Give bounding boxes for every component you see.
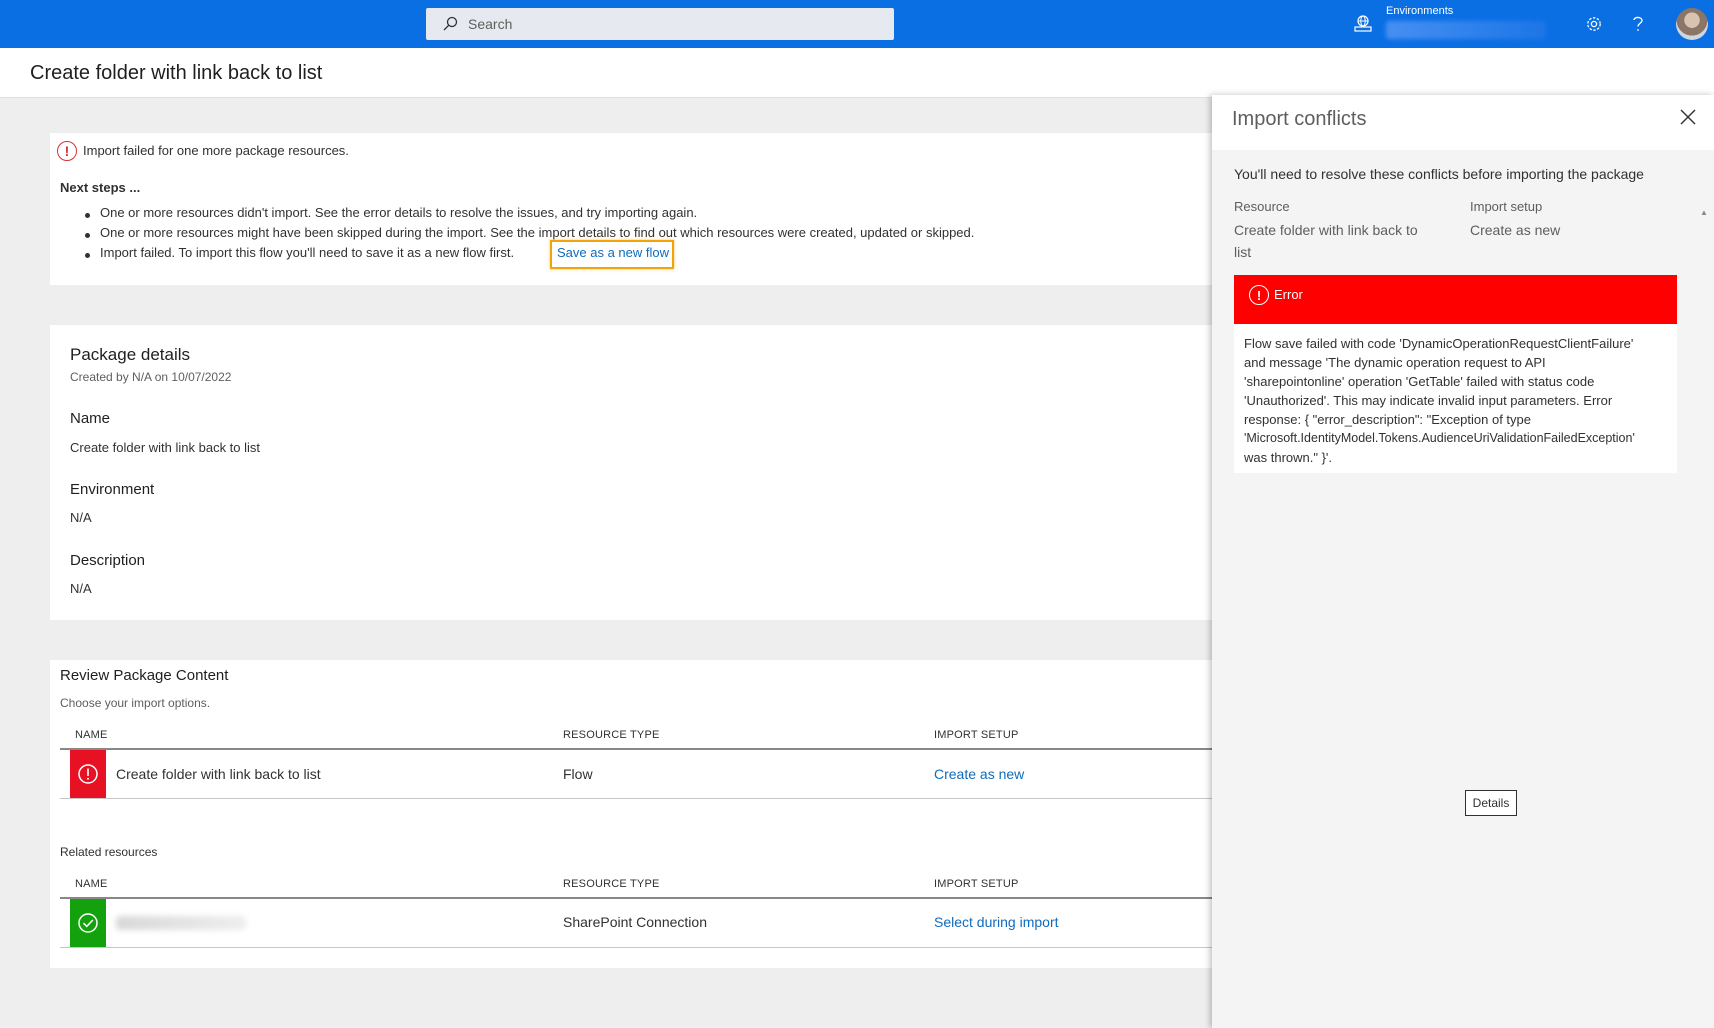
next-steps-title: Next steps ...: [60, 180, 141, 195]
error-status-icon: [70, 750, 106, 798]
related-resource-type: SharePoint Connection: [563, 914, 707, 930]
scroll-up-icon[interactable]: ▲: [1700, 208, 1712, 220]
panel-intro: You'll need to resolve these conflicts b…: [1234, 166, 1644, 182]
environment-name-blurred[interactable]: [1386, 21, 1546, 39]
package-details-card: Package details Created by N/A on 10/07/…: [50, 325, 1212, 620]
error-line: Flow save failed with code 'DynamicOpera…: [1244, 336, 1634, 351]
success-status-icon: [70, 899, 106, 947]
table-header-divider: [60, 748, 1212, 750]
next-step-2: One or more resources might have been sk…: [100, 225, 975, 240]
environment-label: Environment: [70, 481, 155, 498]
resource-value-line1: Create folder with link back to: [1234, 222, 1418, 238]
save-as-new-flow-link[interactable]: Save as a new flow: [557, 245, 669, 260]
close-icon[interactable]: [1676, 105, 1700, 129]
search-placeholder: Search: [468, 16, 513, 32]
review-package-card: Review Package Content Choose your impor…: [50, 660, 1212, 968]
package-created-info: Created by N/A on 10/07/2022: [70, 370, 232, 384]
column-header-import-setup[interactable]: IMPORT SETUP: [934, 729, 1019, 741]
related-column-header-import-setup[interactable]: IMPORT SETUP: [934, 878, 1019, 890]
error-circle-icon: !: [1249, 285, 1269, 305]
error-line: was thrown." }'.: [1244, 450, 1333, 465]
related-table-header-divider: [60, 897, 1212, 899]
description-value: N/A: [70, 581, 92, 596]
name-value: Create folder with link back to list: [70, 440, 261, 455]
error-line: 'Unauthorized'. This may indicate invali…: [1244, 393, 1613, 408]
import-conflicts-panel: Import conflicts ▲ You'll need to resolv…: [1212, 95, 1714, 1028]
panel-title: Import conflicts: [1232, 108, 1367, 130]
details-button[interactable]: Details: [1465, 790, 1517, 816]
environment-value: N/A: [70, 510, 92, 525]
search-icon: [440, 14, 460, 34]
error-banner: ! Error: [1234, 275, 1677, 324]
import-setup-label: Import setup: [1470, 199, 1543, 214]
description-label: Description: [70, 552, 146, 569]
bullet: [85, 253, 90, 258]
error-line: 'sharepointonline' operation 'GetTable' …: [1244, 374, 1595, 389]
column-header-name[interactable]: NAME: [75, 729, 108, 741]
resource-name: Create folder with link back to list: [116, 766, 321, 782]
error-message-box: Flow save failed with code 'DynamicOpera…: [1234, 324, 1677, 473]
error-circle-icon: !: [57, 141, 77, 161]
bullet: [85, 213, 90, 218]
review-subtitle: Choose your import options.: [60, 696, 211, 710]
import-setup-value: Create as new: [1470, 222, 1561, 238]
settings-gear-icon[interactable]: [1582, 12, 1606, 36]
help-icon[interactable]: [1626, 12, 1650, 36]
user-avatar[interactable]: [1676, 8, 1708, 40]
top-bar: Search Environments: [0, 0, 1714, 48]
import-setup-link[interactable]: Create as new: [934, 766, 1024, 782]
error-line: and message 'The dynamic operation reque…: [1244, 355, 1546, 370]
related-resources-title: Related resources: [60, 845, 158, 859]
column-header-resource-type[interactable]: RESOURCE TYPE: [563, 729, 660, 741]
next-step-3: Import failed. To import this flow you'l…: [100, 245, 515, 260]
panel-body: ▲ You'll need to resolve these conflicts…: [1212, 150, 1714, 1028]
panel-header: Import conflicts: [1212, 95, 1714, 150]
connection-name-blurred: [116, 916, 246, 930]
title-bar: Create folder with link back to list: [0, 48, 1714, 98]
page-title: Create folder with link back to list: [30, 62, 323, 84]
error-line: 'Microsoft.IdentityModel.Tokens.Audience…: [1244, 431, 1635, 445]
error-line: response: { "error_description": "Except…: [1244, 412, 1531, 427]
review-title: Review Package Content: [60, 667, 229, 684]
bullet: [85, 233, 90, 238]
related-row-divider: [60, 947, 1212, 948]
row-divider: [60, 798, 1212, 799]
resource-type: Flow: [563, 766, 593, 782]
environments-label: Environments: [1386, 5, 1454, 17]
select-during-import-link[interactable]: Select during import: [934, 914, 1059, 930]
related-column-header-resource-type[interactable]: RESOURCE TYPE: [563, 878, 660, 890]
environment-icon[interactable]: [1352, 14, 1374, 34]
error-label: Error: [1274, 287, 1303, 302]
name-label: Name: [70, 410, 111, 427]
package-details-title: Package details: [70, 345, 191, 364]
notice-message: Import failed for one more package resou…: [83, 143, 349, 158]
import-failed-notice: ! Import failed for one more package res…: [50, 133, 1212, 285]
search-box[interactable]: Search: [426, 8, 894, 40]
resource-value-line2: list: [1234, 244, 1252, 260]
resource-label: Resource: [1234, 199, 1290, 214]
next-step-1: One or more resources didn't import. See…: [100, 205, 698, 220]
related-column-header-name[interactable]: NAME: [75, 878, 108, 890]
